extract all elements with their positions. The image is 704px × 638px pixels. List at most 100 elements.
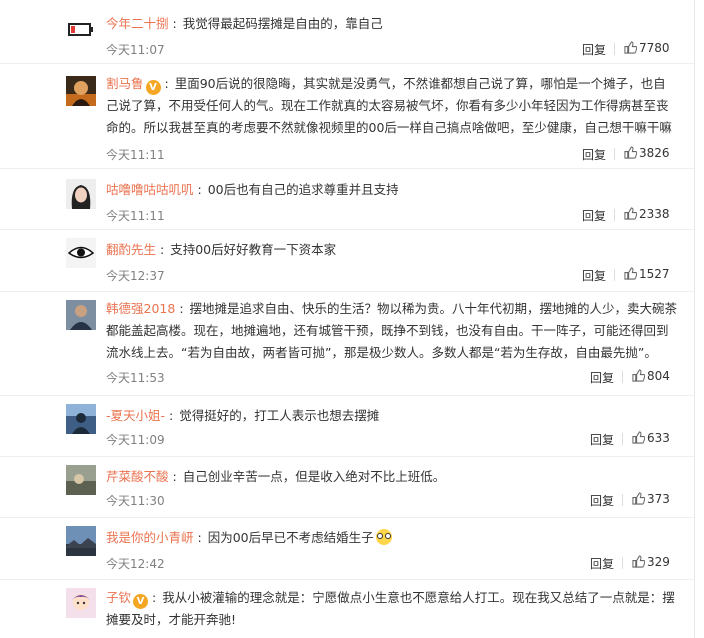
thumbs-up-icon (632, 431, 645, 444)
avatar[interactable] (66, 179, 96, 209)
comment-text: 韩德强2018: 摆地摊是追求自由、快乐的生活？物以稀为贵。八十年代初期，摆地摊的… (106, 298, 678, 364)
comment-item: 我是你的小青岍: 因为00后早已不考虑结婚生子 今天12:42 回复 329 (0, 518, 694, 580)
colon: : (164, 76, 169, 91)
comment-text: 咕噜噜咕咕叽叽:00后也有自己的追求尊重并且支持 (106, 179, 678, 201)
battery-low-icon (66, 14, 96, 44)
colon: : (197, 530, 202, 545)
like-button[interactable]: 7780 (624, 41, 670, 55)
like-count: 373 (647, 492, 670, 506)
comment-list: 今年二十捌: 我觉得最起码摆摊是自由的，靠自己 今天11:07 回复 7780 割… (0, 0, 694, 638)
reply-button[interactable]: 回复 (590, 492, 614, 509)
like-button[interactable]: 1527 (624, 267, 670, 281)
comment-body: 00后也有自己的追求尊重并且支持 (207, 182, 399, 197)
avatar[interactable] (66, 76, 96, 106)
sky-landscape-icon (66, 526, 96, 556)
glasses-emoji-icon (375, 529, 392, 545)
comment-item: 今年二十捌: 我觉得最起码摆摊是自由的，靠自己 今天11:07 回复 7780 (0, 0, 694, 64)
avatar[interactable] (66, 14, 96, 44)
username-link[interactable]: 韩德强2018 (106, 301, 175, 316)
comment-item: 子钦 V: 我从小被灌输的理念就是：宁愿做点小生意也不愿意给人打工。现在我又总结了一… (0, 580, 694, 638)
reply-button[interactable]: 回复 (582, 146, 606, 163)
action-divider (614, 269, 615, 281)
comment-body: 里面90后说的很隐晦，其实就是没勇气，不然谁都想自己说了算，哪怕是一个摊子，也自… (106, 76, 672, 135)
comment-item: 割马鲁 V: 里面90后说的很隐晦，其实就是没勇气，不然谁都想自己说了算，哪怕是一个… (0, 64, 694, 169)
like-button[interactable]: 329 (632, 555, 670, 569)
username-link[interactable]: 芹菜酸不酸 (106, 469, 169, 484)
thumbs-up-icon (624, 207, 637, 220)
reply-button[interactable]: 回复 (590, 555, 614, 572)
comment-text: 今年二十捌: 我觉得最起码摆摊是自由的，靠自己 (106, 13, 678, 35)
comment-text: 割马鲁 V: 里面90后说的很隐晦，其实就是没勇气，不然谁都想自己说了算，哪怕是一个… (106, 73, 678, 139)
action-divider (614, 148, 615, 160)
colon: : (172, 469, 177, 484)
avatar[interactable] (66, 588, 96, 618)
like-count: 1527 (639, 267, 670, 281)
colon: : (197, 182, 202, 197)
action-divider (614, 43, 615, 55)
man-portrait-icon (66, 300, 96, 330)
reply-button[interactable]: 回复 (590, 431, 614, 448)
divider (694, 0, 695, 638)
timestamp: 今天11:09 (106, 433, 165, 447)
comment-text: 子钦 V: 我从小被灌输的理念就是：宁愿做点小生意也不愿意给人打工。现在我又总结了一… (106, 587, 678, 631)
thumbs-up-icon (624, 267, 637, 280)
silhouette-icon (66, 404, 96, 434)
thumbs-up-icon (632, 555, 645, 568)
comment-body: 我觉得最起码摆摊是自由的，靠自己 (182, 16, 383, 31)
reply-button[interactable]: 回复 (590, 369, 614, 386)
username-link[interactable]: -夏天小姐- (106, 408, 165, 423)
username-link[interactable]: 割马鲁 (106, 76, 144, 91)
username-link[interactable]: 翻酌先生 (106, 242, 156, 257)
avatar[interactable] (66, 404, 96, 434)
like-button[interactable]: 804 (632, 369, 670, 383)
comment-body: 我从小被灌输的理念就是：宁愿做点小生意也不愿意给人打工。现在我又总结了一点就是：… (106, 590, 675, 627)
thumbs-up-icon (624, 41, 637, 54)
comment-item: 咕噜噜咕咕叽叽:00后也有自己的追求尊重并且支持 今天11:11 回复 2338 (0, 169, 694, 230)
comment-body: 摆地摊是追求自由、快乐的生活？物以稀为贵。八十年代初期，摆地摊的人少，卖大碗茶都… (106, 301, 678, 360)
username-link[interactable]: 今年二十捌 (106, 16, 169, 31)
reply-button[interactable]: 回复 (582, 267, 606, 284)
avatar[interactable] (66, 526, 96, 556)
like-button[interactable]: 373 (632, 492, 670, 506)
cartoon-character-icon (66, 588, 96, 618)
avatar[interactable] (66, 465, 96, 495)
comment-text: -夏天小姐-: 觉得挺好的，打工人表示也想去摆摊 (106, 405, 678, 427)
action-divider (622, 371, 623, 383)
comment-item: 芹菜酸不酸: 自己创业辛苦一点，但是收入绝对不比上班低。 今天11:30 回复 3… (0, 457, 694, 518)
colon: : (160, 242, 165, 257)
colon: : (152, 590, 157, 605)
like-count: 329 (647, 555, 670, 569)
avatar[interactable] (66, 238, 96, 268)
reply-button[interactable]: 回复 (582, 41, 606, 58)
verified-badge-icon: V (145, 80, 161, 95)
thumbs-up-icon (632, 492, 645, 505)
photo-icon (66, 465, 96, 495)
timestamp: 今天12:42 (106, 557, 165, 571)
timestamp: 今天12:37 (106, 269, 165, 283)
verified-badge-icon: V (133, 594, 149, 609)
colon: : (179, 301, 184, 316)
thumbs-up-icon (632, 369, 645, 382)
like-button[interactable]: 633 (632, 431, 670, 445)
girl-portrait-icon (66, 179, 96, 209)
comment-body: 自己创业辛苦一点，但是收入绝对不比上班低。 (182, 469, 446, 484)
action-divider (622, 433, 623, 445)
reply-button[interactable]: 回复 (582, 207, 606, 224)
username-link[interactable]: 子钦 (106, 590, 131, 605)
username-link[interactable]: 咕噜噜咕咕叽叽 (106, 182, 194, 197)
comment-body: 觉得挺好的，打工人表示也想去摆摊 (179, 408, 380, 423)
like-button[interactable]: 2338 (624, 207, 670, 221)
like-count: 633 (647, 431, 670, 445)
avatar[interactable] (66, 300, 96, 330)
timestamp: 今天11:11 (106, 148, 165, 162)
timestamp: 今天11:30 (106, 494, 165, 508)
action-divider (622, 494, 623, 506)
like-button[interactable]: 3826 (624, 146, 670, 160)
timestamp: 今天11:11 (106, 209, 165, 223)
portrait-icon (66, 76, 96, 106)
username-link[interactable]: 我是你的小青岍 (106, 530, 194, 545)
action-divider (614, 209, 615, 221)
comment-feed: 今年二十捌: 我觉得最起码摆摊是自由的，靠自己 今天11:07 回复 7780 割… (0, 0, 704, 638)
timestamp: 今天11:07 (106, 43, 165, 57)
comment-text: 我是你的小青岍: 因为00后早已不考虑结婚生子 (106, 527, 678, 549)
